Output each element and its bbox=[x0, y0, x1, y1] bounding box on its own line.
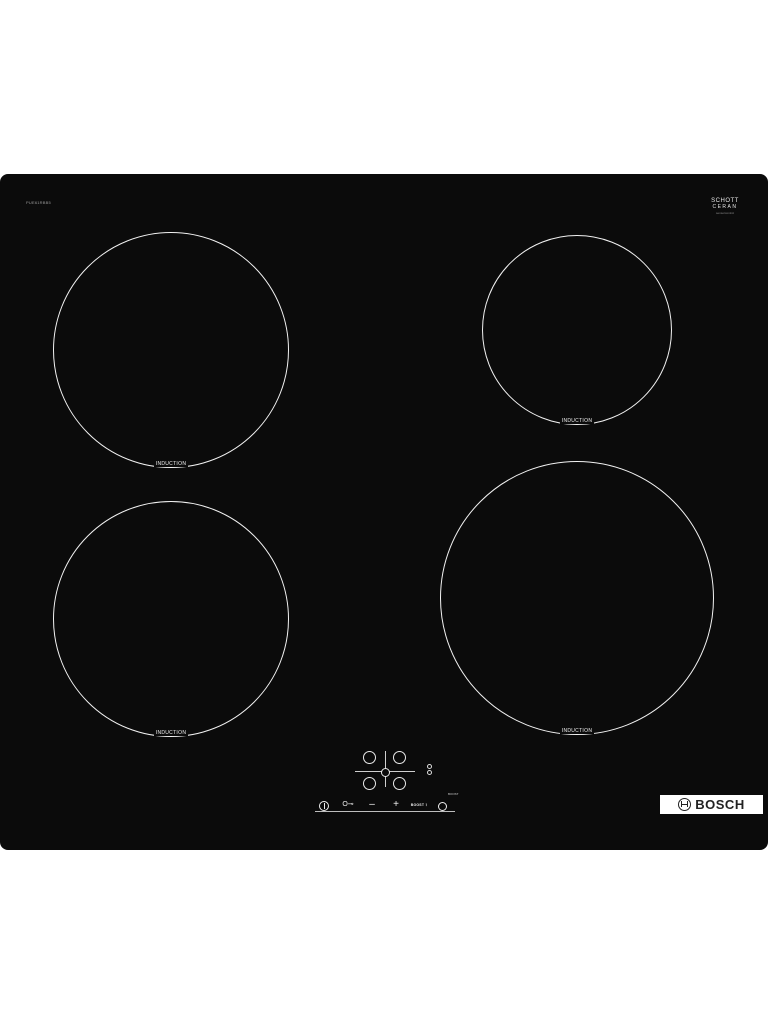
timer-indicator-icon bbox=[381, 768, 390, 777]
minus-button[interactable]: – bbox=[365, 798, 379, 812]
schott-ceran-logo: SCHOTT CERAN sensorcontrol bbox=[708, 198, 742, 216]
zone-select-rear-left-key[interactable] bbox=[363, 751, 376, 764]
power-button[interactable] bbox=[317, 798, 331, 812]
zone-select-front-left-key[interactable] bbox=[363, 777, 376, 790]
zone-label: INDUCTION bbox=[153, 730, 189, 736]
zone-label: INDUCTION bbox=[153, 461, 189, 467]
zone-select-rear-right-key[interactable] bbox=[393, 751, 406, 764]
plus-button[interactable]: + bbox=[389, 798, 403, 812]
divider bbox=[315, 811, 455, 812]
brand-name: BOSCH bbox=[695, 797, 745, 812]
cooking-zone-front-right: INDUCTION bbox=[440, 461, 714, 735]
boost-button[interactable]: BOOST ⌇ bbox=[409, 798, 429, 812]
brand-plate: BOSCH bbox=[660, 795, 763, 814]
zone-selector-keys bbox=[355, 749, 415, 799]
bosch-logo-icon bbox=[678, 798, 692, 811]
boost-tag: BOOST bbox=[448, 792, 459, 796]
cooking-zone-rear-left: INDUCTION bbox=[53, 232, 289, 468]
clock-icon bbox=[437, 802, 447, 811]
cooking-zone-front-left: INDUCTION bbox=[53, 501, 289, 737]
induction-hob: PUE61RBB5 SCHOTT CERAN sensorcontrol IND… bbox=[0, 174, 768, 850]
zone-label: INDUCTION bbox=[559, 728, 595, 734]
touch-control-bar: O⊸ – + BOOST ⌇ BOOST bbox=[315, 792, 459, 814]
model-code: PUE61RBB5 bbox=[26, 200, 51, 205]
schott-logo-line3: sensorcontrol bbox=[715, 211, 734, 215]
zone-select-front-right-key[interactable] bbox=[393, 777, 406, 790]
zone-label: INDUCTION bbox=[559, 418, 595, 424]
power-icon bbox=[319, 801, 329, 811]
child-lock-button[interactable]: O⊸ bbox=[341, 798, 355, 812]
cooking-zone-rear-right: INDUCTION bbox=[482, 235, 672, 425]
indicator-dots bbox=[427, 764, 432, 775]
timer-button[interactable] bbox=[435, 798, 449, 812]
